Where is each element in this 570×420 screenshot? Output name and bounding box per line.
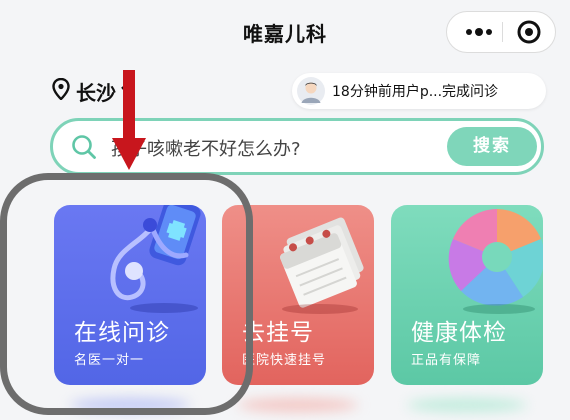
card-subtitle: 正品有保障 <box>411 353 482 368</box>
search-button[interactable]: 搜索 <box>447 127 537 166</box>
card-shadow <box>407 398 527 412</box>
location-city: 长沙 <box>76 80 116 105</box>
more-dots-icon[interactable] <box>457 12 501 52</box>
service-card-health-check[interactable]: 健康体检 正品有保障 <box>391 205 543 385</box>
mini-program-capsule <box>446 11 556 53</box>
pie-chart-icon <box>391 205 543 315</box>
card-title: 健康体检 <box>411 320 507 346</box>
user-avatar-icon <box>297 77 325 105</box>
capsule-divider <box>502 22 503 42</box>
search-input[interactable] <box>109 131 413 165</box>
notice-text: 18分钟前用户p...完成问诊 <box>332 84 499 100</box>
card-shadow <box>238 398 358 412</box>
target-circle-icon[interactable] <box>507 12 551 52</box>
card-subtitle: 医院快速挂号 <box>242 353 327 368</box>
red-arrow-annotation <box>112 70 146 176</box>
search-icon <box>71 134 97 164</box>
highlight-rectangle <box>0 173 253 415</box>
top-bar: 唯嘉儿科 <box>0 0 570 62</box>
location-pin-icon <box>52 77 70 104</box>
consultation-notice: 18分钟前用户p...完成问诊 <box>292 73 546 109</box>
